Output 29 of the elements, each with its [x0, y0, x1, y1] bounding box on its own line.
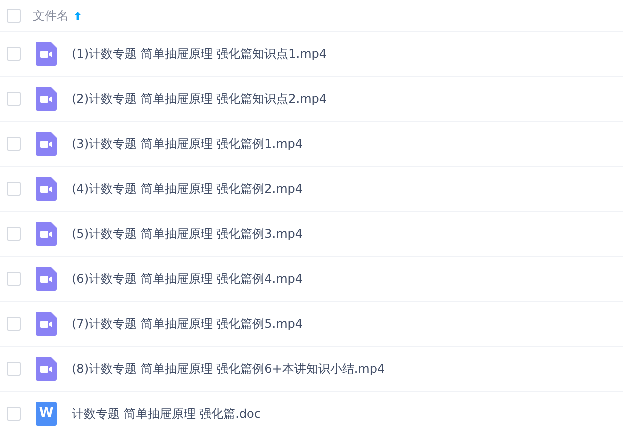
video-file-icon — [36, 42, 57, 66]
file-name[interactable]: (2)计数专题 简单抽屉原理 强化篇知识点2.mp4 — [72, 90, 328, 108]
video-file-icon — [36, 177, 57, 201]
file-name[interactable]: (5)计数专题 简单抽屉原理 强化篇例3.mp4 — [72, 225, 304, 243]
checkbox[interactable] — [7, 137, 21, 151]
file-name[interactable]: (3)计数专题 简单抽屉原理 强化篇例1.mp4 — [72, 135, 304, 153]
file-name[interactable]: (6)计数专题 简单抽屉原理 强化篇例4.mp4 — [72, 270, 304, 288]
checkbox[interactable] — [7, 362, 21, 376]
video-file-icon — [36, 132, 57, 156]
checkbox[interactable] — [7, 92, 21, 106]
checkbox[interactable] — [7, 47, 21, 61]
video-file-icon — [36, 87, 57, 111]
checkbox[interactable] — [7, 8, 21, 22]
video-file-icon — [36, 312, 57, 336]
file-name[interactable]: (8)计数专题 简单抽屉原理 强化篇例6+本讲知识小结.mp4 — [72, 360, 386, 378]
file-name[interactable]: (4)计数专题 简单抽屉原理 强化篇例2.mp4 — [72, 180, 304, 198]
file-name[interactable]: 计数专题 简单抽屉原理 强化篇.doc — [72, 405, 261, 423]
video-file-icon — [36, 222, 57, 246]
checkbox[interactable] — [7, 317, 21, 331]
video-file-icon — [36, 267, 57, 291]
checkbox[interactable] — [7, 182, 21, 196]
checkbox[interactable] — [7, 227, 21, 241]
file-name[interactable]: (7)计数专题 简单抽屉原理 强化篇例5.mp4 — [72, 315, 304, 333]
checkbox[interactable] — [7, 407, 21, 421]
word-document-icon: W — [36, 402, 57, 426]
video-file-icon — [36, 357, 57, 381]
checkbox[interactable] — [7, 272, 21, 286]
file-name[interactable]: (1)计数专题 简单抽屉原理 强化篇知识点1.mp4 — [72, 45, 328, 63]
sort-arrow-icon[interactable] — [74, 10, 82, 20]
